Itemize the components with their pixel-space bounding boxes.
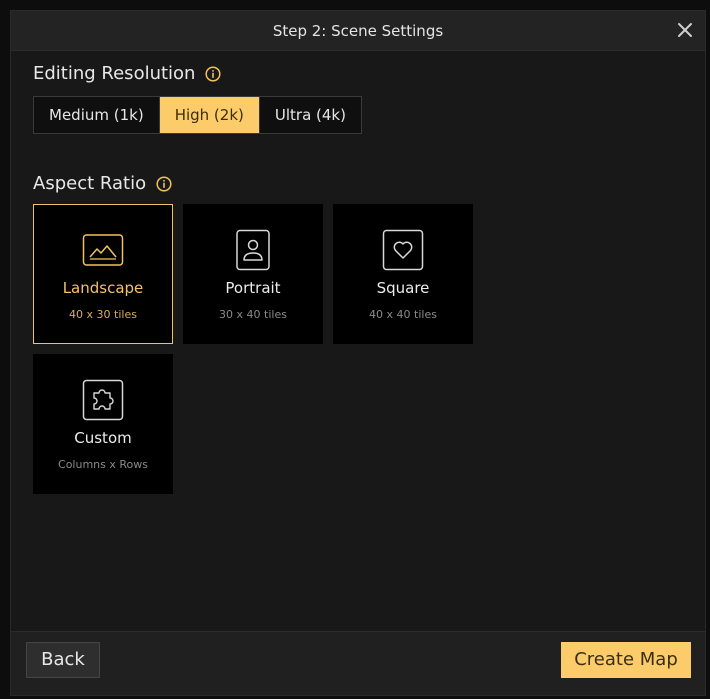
close-icon[interactable] — [675, 20, 695, 40]
dialog-titlebar: Step 2: Scene Settings — [11, 11, 705, 51]
scene-settings-dialog: Step 2: Scene Settings Editing Resolutio… — [10, 10, 706, 696]
aspect-option-size: 40 x 30 tiles — [69, 308, 137, 321]
aspect-option-size: 40 x 40 tiles — [369, 308, 437, 321]
heart-icon — [382, 229, 424, 271]
dialog-title: Step 2: Scene Settings — [272, 22, 444, 40]
info-icon[interactable] — [156, 175, 172, 192]
aspect-option-square[interactable]: Square 40 x 40 tiles — [333, 204, 473, 344]
aspect-option-size: 30 x 40 tiles — [219, 308, 287, 321]
aspect-option-size: Columns x Rows — [58, 458, 148, 471]
aspect-option-name: Custom — [74, 429, 132, 447]
aspect-option-landscape[interactable]: Landscape 40 x 30 tiles — [33, 204, 173, 344]
aspect-option-portrait[interactable]: Portrait 30 x 40 tiles — [183, 204, 323, 344]
aspect-option-name: Square — [376, 279, 430, 297]
dialog-footer: Back Create Map — [11, 631, 705, 695]
puzzle-icon — [82, 379, 124, 421]
info-icon[interactable] — [205, 65, 222, 82]
editing-resolution-label: Editing Resolution — [33, 63, 196, 84]
aspect-option-custom[interactable]: Custom Columns x Rows — [33, 354, 173, 494]
aspect-option-name: Landscape — [62, 279, 144, 297]
back-button[interactable]: Back — [26, 642, 100, 678]
resolution-option-medium[interactable]: Medium (1k) — [34, 97, 159, 133]
resolution-option-high[interactable]: High (2k) — [158, 97, 259, 133]
editing-resolution-heading: Editing Resolution — [33, 63, 222, 84]
portrait-icon — [232, 229, 274, 271]
aspect-ratio-label: Aspect Ratio — [33, 173, 147, 194]
aspect-ratio-heading: Aspect Ratio — [33, 173, 172, 194]
resolution-option-ultra[interactable]: Ultra (4k) — [258, 97, 361, 133]
landscape-icon — [82, 229, 124, 271]
aspect-option-name: Portrait — [225, 279, 281, 297]
create-map-button[interactable]: Create Map — [561, 642, 691, 678]
resolution-selector: Medium (1k) High (2k) Ultra (4k) — [33, 96, 362, 134]
